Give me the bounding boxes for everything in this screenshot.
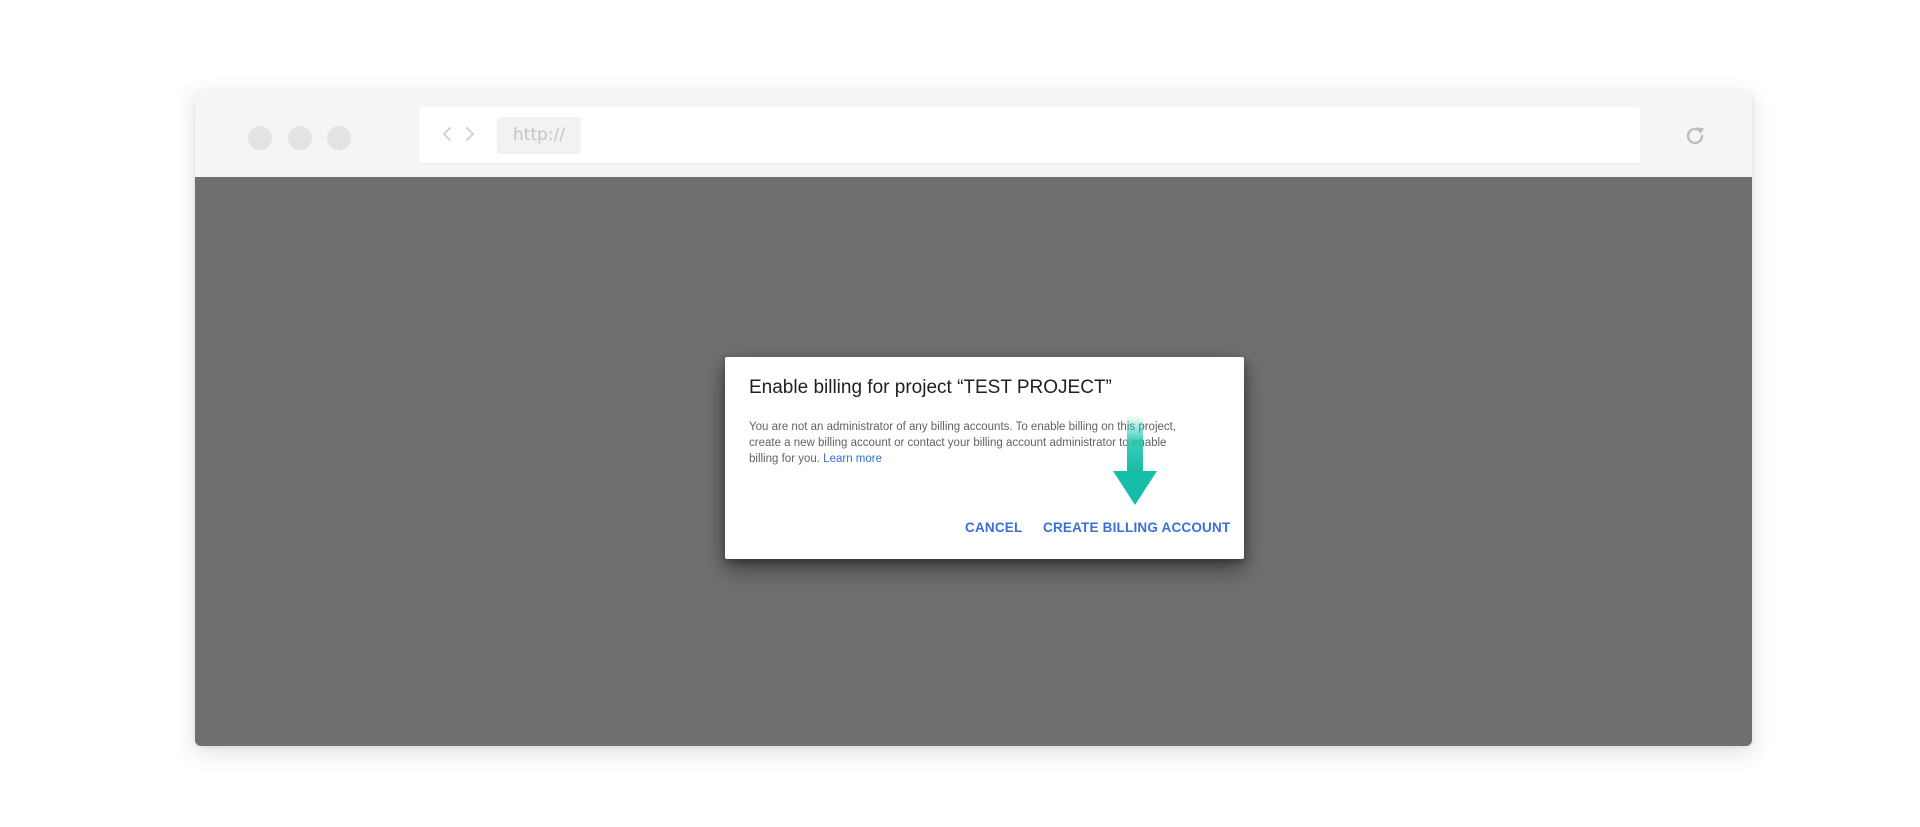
window-control-dot[interactable] — [288, 126, 312, 150]
page-overlay: Enable billing for project “TEST PROJECT… — [195, 177, 1752, 746]
url-text[interactable]: http:// — [497, 117, 581, 154]
chevron-left-icon[interactable] — [439, 119, 455, 149]
address-bar[interactable]: http:// — [419, 107, 1640, 163]
dialog-title: Enable billing for project “TEST PROJECT… — [749, 377, 1112, 398]
create-billing-account-button[interactable]: CREATE BILLING ACCOUNT — [1043, 520, 1230, 535]
window-control-dot[interactable] — [248, 126, 272, 150]
down-arrow-icon — [1113, 415, 1157, 505]
cancel-button[interactable]: CANCEL — [965, 520, 1022, 535]
browser-toolbar: http:// — [195, 91, 1752, 177]
learn-more-link[interactable]: Learn more — [823, 453, 882, 465]
reload-icon[interactable] — [1682, 123, 1708, 149]
window-control-dot[interactable] — [327, 126, 351, 150]
chevron-right-icon[interactable] — [462, 119, 478, 149]
browser-window: http:// Enable billing for project “TEST… — [195, 91, 1752, 746]
enable-billing-dialog: Enable billing for project “TEST PROJECT… — [725, 357, 1244, 559]
